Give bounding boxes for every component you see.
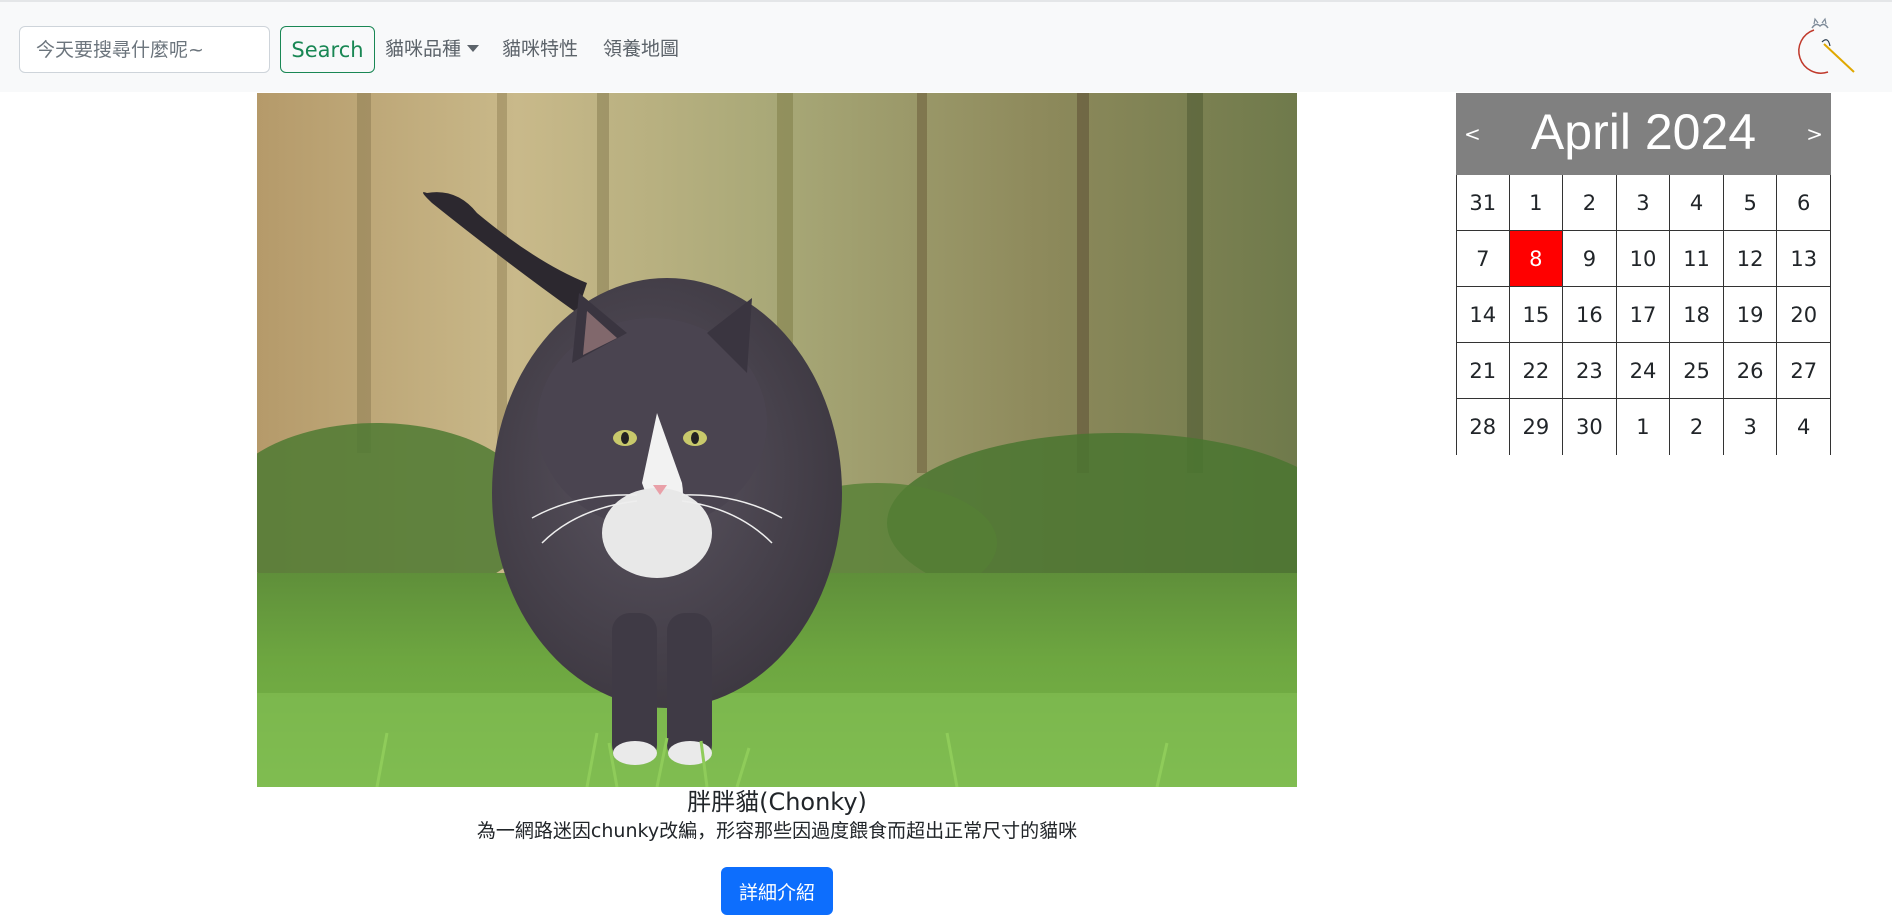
nav-adoption-map-link[interactable]: 領養地圖 (603, 32, 679, 66)
calendar-day-cell[interactable]: 8 (1509, 231, 1564, 287)
calendar: < April 2024 > 31 1 2 3 4 5 6 7 8 9 10 11 12 13 14 15 16… (1456, 93, 1831, 455)
calendar-day-cell[interactable]: 20 (1777, 287, 1831, 343)
calendar-day-cell[interactable]: 14 (1456, 287, 1510, 343)
calendar-day-cell[interactable]: 15 (1509, 287, 1564, 343)
detail-button[interactable]: 詳細介紹 (721, 867, 833, 915)
calendar-day-cell[interactable]: 23 (1563, 343, 1617, 399)
calendar-day-cell[interactable]: 3 (1616, 175, 1671, 231)
calendar-day-cell[interactable]: 5 (1723, 175, 1778, 231)
calendar-day-cell[interactable]: 11 (1670, 231, 1724, 287)
cat-description: 為一網路迷因chunky改編，形容那些因過度餵食而超出正常尺寸的貓咪 (476, 820, 1078, 842)
nav-breeds-label: 貓咪品種 (385, 38, 462, 60)
calendar-day-cell[interactable]: 12 (1723, 231, 1778, 287)
nav-breeds-dropdown[interactable]: 貓咪品種 (385, 32, 480, 66)
calendar-day-cell[interactable]: 1 (1509, 175, 1564, 231)
calendar-day-cell[interactable]: 4 (1670, 175, 1724, 231)
calendar-month-title: April 2024 (1530, 104, 1757, 160)
calendar-day-cell[interactable]: 10 (1616, 231, 1671, 287)
calendar-day-cell[interactable]: 6 (1777, 175, 1831, 231)
calendar-day-cell[interactable]: 2 (1563, 175, 1617, 231)
calendar-day-cell[interactable]: 17 (1616, 287, 1671, 343)
calendar-day-cell[interactable]: 3 (1724, 399, 1778, 455)
calendar-day-cell[interactable]: 25 (1670, 343, 1724, 399)
calendar-day-cell[interactable]: 2 (1670, 399, 1724, 455)
calendar-day-cell[interactable]: 28 (1456, 399, 1510, 455)
calendar-day-cell[interactable]: 1 (1617, 399, 1671, 455)
calendar-day-cell[interactable]: 22 (1509, 343, 1564, 399)
cat-logo-icon[interactable] (1784, 16, 1856, 76)
nav-traits-link[interactable]: 貓咪特性 (502, 32, 578, 66)
calendar-day-cell[interactable]: 4 (1777, 399, 1831, 455)
calendar-day-cell[interactable]: 9 (1563, 231, 1617, 287)
caret-down-icon (467, 45, 480, 52)
calendar-day-cell[interactable]: 19 (1723, 287, 1778, 343)
calendar-day-cell[interactable]: 7 (1456, 231, 1510, 287)
calendar-day-cell[interactable]: 26 (1723, 343, 1778, 399)
calendar-day-cell[interactable]: 24 (1616, 343, 1671, 399)
calendar-day-cell[interactable]: 18 (1670, 287, 1724, 343)
calendar-day-cell[interactable]: 21 (1456, 343, 1510, 399)
calendar-day-cell[interactable]: 29 (1510, 399, 1564, 455)
calendar-grid: 31 1 2 3 4 5 6 7 8 9 10 11 12 13 14 15 16 17 18 19 20 21 22 23 2… (1456, 175, 1831, 455)
chonky-cat-image (257, 93, 1297, 787)
calendar-day-cell[interactable]: 31 (1456, 175, 1510, 231)
navbar: Search 貓咪品種 貓咪特性 領養地圖 (0, 0, 1892, 92)
search-input[interactable] (19, 26, 270, 73)
calendar-day-cell[interactable]: 13 (1777, 231, 1831, 287)
search-button[interactable]: Search (280, 26, 375, 73)
next-month-button[interactable]: > (1806, 119, 1823, 149)
calendar-day-cell[interactable]: 16 (1563, 287, 1617, 343)
cat-title: 胖胖貓(Chonky) (687, 788, 867, 816)
calendar-header: < April 2024 > (1456, 93, 1831, 175)
calendar-day-cell[interactable]: 30 (1563, 399, 1617, 455)
calendar-day-cell[interactable]: 27 (1777, 343, 1831, 399)
